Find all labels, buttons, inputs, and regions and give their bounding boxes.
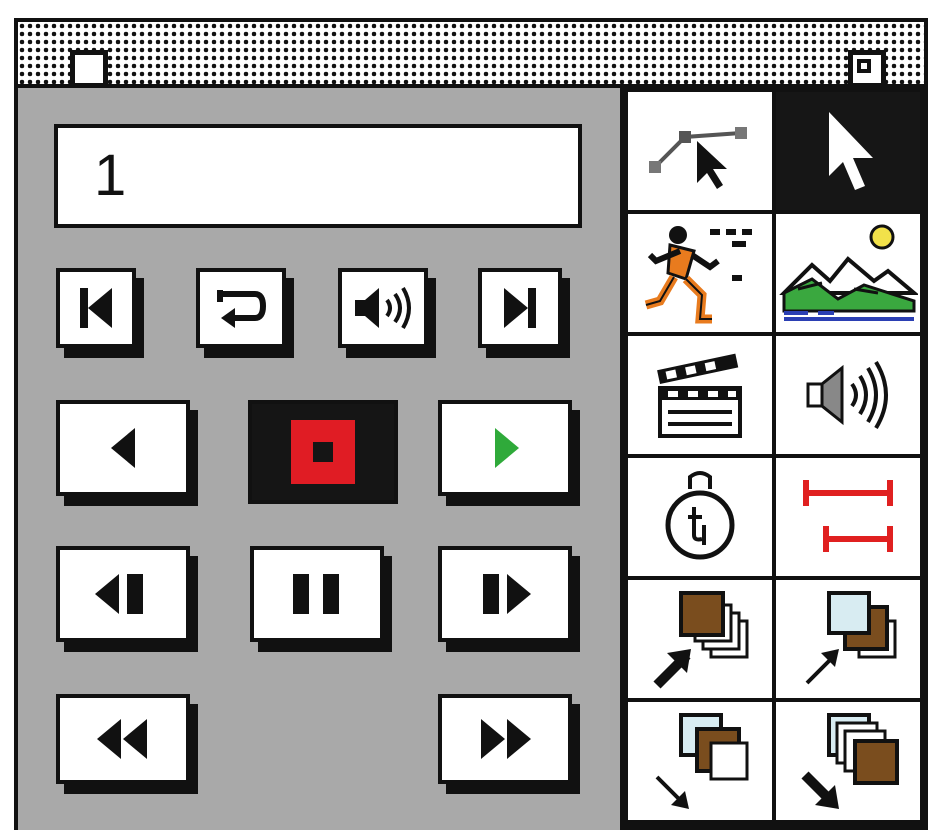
rewind-icon	[97, 719, 147, 759]
send-to-back-icon	[653, 591, 749, 689]
sound-tool[interactable]	[776, 336, 920, 454]
close-box[interactable]	[70, 50, 108, 88]
slow-backward-icon	[95, 574, 143, 614]
stopwatch-tool[interactable]	[628, 458, 772, 576]
sound-icon	[806, 360, 888, 430]
background-scene-icon	[779, 224, 918, 321]
clapboard-tool[interactable]	[628, 336, 772, 454]
playback-control-panel: 1	[18, 88, 624, 830]
title-bar[interactable]	[18, 22, 924, 88]
zoom-box[interactable]	[848, 50, 886, 88]
actor-icon	[644, 226, 752, 324]
step-backward-button[interactable]	[56, 400, 190, 496]
tool-palette	[624, 88, 924, 830]
arrow-tool-icon	[829, 112, 873, 190]
stop-button[interactable]	[248, 400, 398, 504]
bring-to-front-tool[interactable]	[776, 702, 920, 820]
bring-forward-icon	[655, 713, 749, 809]
speaker-icon	[355, 286, 411, 330]
pause-icon	[293, 574, 339, 614]
go-to-end-button[interactable]	[478, 268, 562, 348]
send-backward-tool[interactable]	[776, 580, 920, 698]
control-window: 1	[14, 18, 928, 830]
fast-forward-button[interactable]	[438, 694, 572, 784]
frame-counter[interactable]: 1	[54, 124, 582, 228]
go-to-start-button[interactable]	[56, 268, 136, 348]
bring-to-front-icon	[801, 713, 899, 809]
bring-forward-tool[interactable]	[628, 702, 772, 820]
slow-forward-icon	[483, 574, 531, 614]
background-tool[interactable]	[776, 214, 920, 332]
stop-icon	[291, 420, 355, 484]
sync-interval-tool[interactable]	[776, 458, 920, 576]
rewind-button[interactable]	[56, 694, 190, 784]
sync-interval-icon	[803, 480, 893, 552]
volume-button[interactable]	[338, 268, 428, 348]
send-to-back-tool[interactable]	[628, 580, 772, 698]
pause-button[interactable]	[250, 546, 384, 642]
actor-tool[interactable]	[628, 214, 772, 332]
play-forward-button[interactable]	[438, 400, 572, 496]
send-backward-icon	[805, 591, 897, 685]
path-tool-icon	[649, 127, 747, 189]
loop-icon	[217, 290, 267, 328]
stopwatch-icon	[665, 471, 735, 560]
fast-forward-icon	[481, 719, 531, 759]
arrow-tool[interactable]	[776, 92, 920, 210]
slow-backward-button[interactable]	[56, 546, 190, 642]
go-to-end-icon	[504, 288, 536, 328]
clapboard-icon	[657, 353, 742, 438]
slow-forward-button[interactable]	[438, 546, 572, 642]
go-to-start-icon	[80, 288, 112, 328]
path-tool[interactable]	[628, 92, 772, 210]
step-back-icon	[111, 428, 135, 468]
loop-button[interactable]	[196, 268, 286, 348]
play-icon	[495, 428, 519, 468]
